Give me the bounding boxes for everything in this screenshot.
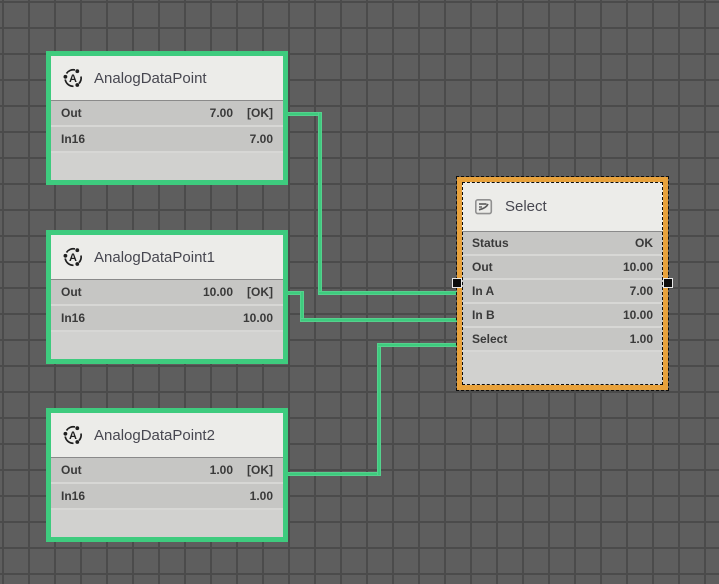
port-row-out[interactable]: Out 10.00 (462, 254, 663, 278)
port-value: 10.00 (203, 285, 233, 299)
wire-segment[interactable] (300, 318, 457, 322)
port-value: 7.00 (630, 284, 653, 298)
port-value: OK (635, 236, 653, 250)
selection-handle-right[interactable] (663, 278, 673, 288)
node-title: AnalogDataPoint2 (94, 427, 215, 444)
wire-segment[interactable] (377, 343, 381, 476)
port-label: In16 (61, 489, 85, 503)
wire-segment[interactable] (284, 112, 322, 116)
port-value: 7.00 (250, 132, 273, 146)
node-analogdatapoint1[interactable]: A AnalogDataPoint1 Out 10.00 [OK] In16 (46, 230, 288, 364)
port-status: [OK] (247, 463, 273, 477)
port-row-in16[interactable]: In16 1.00 (51, 482, 283, 508)
node-footer (462, 350, 663, 385)
port-value: 1.00 (630, 332, 653, 346)
port-value: 7.00 (210, 106, 233, 120)
node-header[interactable]: A AnalogDataPoint2 (51, 413, 283, 458)
select-icon (473, 196, 495, 218)
svg-text:A: A (69, 252, 77, 264)
node-footer (51, 508, 283, 537)
wire-segment[interactable] (284, 472, 381, 476)
analog-point-icon: A (62, 67, 84, 89)
port-label: In16 (61, 311, 85, 325)
port-status: [OK] (247, 106, 273, 120)
port-value: 1.00 (210, 463, 233, 477)
port-value: 10.00 (623, 308, 653, 322)
node-footer (51, 151, 283, 180)
node-header[interactable]: A AnalogDataPoint1 (51, 235, 283, 280)
port-value: 10.00 (243, 311, 273, 325)
node-header[interactable]: Select (462, 182, 663, 232)
port-row-ina[interactable]: In A 7.00 (462, 278, 663, 302)
port-label: In A (472, 284, 494, 298)
port-row-status[interactable]: Status OK (462, 232, 663, 254)
port-value: 1.00 (250, 489, 273, 503)
port-status: [OK] (247, 285, 273, 299)
node-title: AnalogDataPoint1 (94, 249, 215, 266)
svg-text:A: A (69, 430, 77, 442)
node-analogdatapoint[interactable]: A AnalogDataPoint Out 7.00 [OK] In16 (46, 51, 288, 185)
port-value: 10.00 (623, 260, 653, 274)
wire-segment[interactable] (318, 112, 322, 295)
port-row-out[interactable]: Out 1.00 [OK] (51, 458, 283, 482)
port-row-inb[interactable]: In B 10.00 (462, 302, 663, 326)
analog-point-icon: A (62, 424, 84, 446)
port-label: Out (472, 260, 493, 274)
port-label: Out (61, 463, 82, 477)
port-row-out[interactable]: Out 10.00 [OK] (51, 280, 283, 304)
svg-text:A: A (69, 73, 77, 85)
port-row-out[interactable]: Out 7.00 [OK] (51, 101, 283, 125)
port-label: In16 (61, 132, 85, 146)
selection-handle-left[interactable] (452, 278, 462, 288)
node-header[interactable]: A AnalogDataPoint (51, 56, 283, 101)
analog-point-icon: A (62, 246, 84, 268)
node-title: Select (505, 198, 547, 215)
port-label: Out (61, 285, 82, 299)
port-row-in16[interactable]: In16 7.00 (51, 125, 283, 151)
wiresheet-canvas[interactable]: A AnalogDataPoint Out 7.00 [OK] In16 (0, 0, 719, 584)
port-row-select[interactable]: Select 1.00 (462, 326, 663, 350)
node-select[interactable]: Select Status OK Out 10.00 In A 7.00 In … (457, 177, 668, 390)
wire-segment[interactable] (318, 291, 457, 295)
wire-segment[interactable] (377, 343, 457, 347)
port-label: Select (472, 332, 507, 346)
node-analogdatapoint2[interactable]: A AnalogDataPoint2 Out 1.00 [OK] In16 (46, 408, 288, 542)
port-label: Status (472, 236, 509, 250)
port-label: In B (472, 308, 495, 322)
port-row-in16[interactable]: In16 10.00 (51, 304, 283, 330)
port-label: Out (61, 106, 82, 120)
node-title: AnalogDataPoint (94, 70, 207, 87)
node-footer (51, 330, 283, 359)
